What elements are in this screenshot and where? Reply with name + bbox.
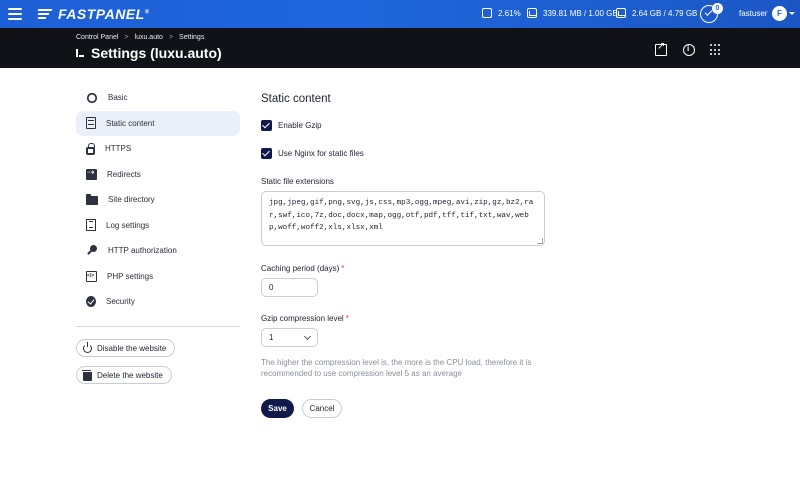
sidebar-item-security[interactable]: Security [76,289,240,315]
sidebar-item-https[interactable]: HTTPS [76,136,240,162]
sidebar-item-label: Redirects [107,169,141,179]
gzip-level-label: Gzip compression level * [261,314,349,323]
sidebar-item-label: HTTP authorization [108,246,177,256]
sidebar-item-http-authorization[interactable]: HTTP authorization [76,238,240,264]
logo-text: FASTPANEL® [58,6,150,22]
title-wrap: Settings (luxu.auto) [76,45,222,61]
memory-stat: 339.81 MB / 1.00 GB [527,8,618,18]
chevron-down-icon[interactable] [789,12,795,15]
open-external-icon[interactable] [655,41,667,56]
redirect-icon [86,167,97,180]
key-icon [86,244,98,257]
cancel-button[interactable]: Cancel [302,399,342,418]
disk-icon [616,8,626,18]
required-mark: * [341,264,345,273]
top-bar: FASTPANEL® 2.61% 339.81 MB / 1.00 GB 2.6… [0,0,800,28]
breadcrumb-site[interactable]: luxu.auto [135,34,163,41]
sidebar-item-static-content[interactable]: Static content [76,110,240,136]
gzip-level-value: 1 [269,333,274,342]
gzip-level-select[interactable]: 1 [261,328,318,347]
section-title: Static content [261,93,331,105]
caching-label-text: Caching period (days) [261,264,340,273]
extensions-label: Static file extensions [261,177,334,186]
caching-label: Caching period (days) * [261,264,344,273]
lock-icon [86,142,95,155]
breadcrumb-separator: > [124,34,129,41]
logo[interactable]: FASTPANEL® [37,6,150,22]
resize-handle-icon[interactable] [537,238,543,244]
menu-icon[interactable] [8,8,22,20]
sidebar-item-label: Site directory [108,195,155,205]
cpu-icon [482,8,492,18]
folder-icon [86,194,98,206]
breadcrumb-settings: Settings [179,34,205,41]
save-button[interactable]: Save [261,399,294,418]
required-mark: * [345,314,349,323]
sidebar: Basic Static content HTTPS Redirects Sit… [76,85,240,315]
use-nginx-label: Use Nginx for static files [278,149,364,158]
use-nginx-checkbox[interactable] [261,148,272,159]
sidebar-item-label: Static content [106,118,155,128]
page-title: Settings (luxu.auto) [91,45,222,61]
delete-website-label: Delete the website [97,370,163,380]
username[interactable]: fastuser [739,9,767,18]
document-icon [86,117,96,130]
disk-stat: 2.64 GB / 4.79 GB [616,8,697,18]
sidebar-item-redirects[interactable]: Redirects [76,162,240,188]
gzip-level-label-text: Gzip compression level [261,314,344,323]
sidebar-item-log-settings[interactable]: Log settings [76,213,240,239]
cpu-value: 2.61% [498,8,521,18]
apps-grid-icon[interactable] [710,44,722,56]
sidebar-divider [76,326,240,327]
disable-website-label: Disable the website [97,343,167,353]
sidebar-item-site-directory[interactable]: Site directory [76,187,240,213]
trash-icon [82,369,92,381]
notifications-badge: 0 [712,3,723,14]
sidebar-item-label: PHP settings [107,271,154,281]
caching-period-input[interactable]: 0 [261,278,318,297]
memory-value: 339.81 MB / 1.00 GB [543,8,618,18]
sidebar-item-label: Log settings [106,220,150,230]
page-header: Control Panel > luxu.auto > Settings Set… [0,28,800,68]
avatar[interactable]: F [772,6,787,21]
memory-icon [527,8,537,18]
enable-gzip-checkbox[interactable] [261,120,272,131]
enable-gzip-row[interactable]: Enable Gzip [261,120,322,131]
breadcrumb-control-panel[interactable]: Control Panel [76,34,118,41]
shield-icon [86,296,96,308]
sidebar-item-label: HTTPS [105,144,132,154]
sidebar-item-label: Security [106,297,135,307]
logo-mark-icon [37,8,54,20]
chevron-down-icon [303,332,312,341]
disk-value: 2.64 GB / 4.79 GB [632,8,698,18]
sidebar-item-label: Basic [108,93,128,103]
site-icon [76,48,85,59]
delete-website-button[interactable]: Delete the website [76,366,172,384]
breadcrumb: Control Panel > luxu.auto > Settings [76,34,204,41]
breadcrumb-separator: > [168,34,174,41]
sidebar-item-php-settings[interactable]: PHP settings [76,264,240,290]
sidebar-item-basic[interactable]: Basic [76,85,240,111]
info-icon[interactable] [683,44,695,56]
power-icon [83,341,92,353]
gear-icon [86,92,98,103]
use-nginx-row[interactable]: Use Nginx for static files [261,148,364,159]
log-icon [86,219,96,232]
compression-hint: The higher the compression level is, the… [261,358,532,378]
cpu-stat: 2.61% [482,8,521,18]
disable-website-button[interactable]: Disable the website [76,339,176,357]
code-icon [86,270,97,282]
enable-gzip-label: Enable Gzip [278,121,322,130]
extensions-textarea[interactable]: jpg,jpeg,gif,png,svg,js,css,mp3,ogg,mpeg… [261,191,545,246]
